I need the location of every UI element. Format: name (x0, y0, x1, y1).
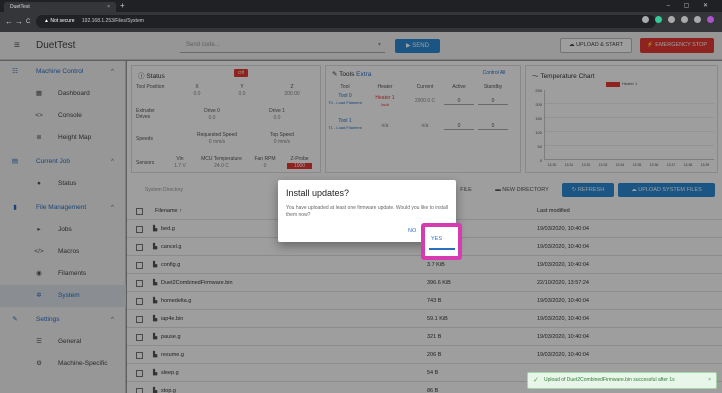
extension-icon[interactable] (694, 16, 701, 23)
check-icon: ✓ (533, 377, 539, 384)
tab-title: DuetTest (10, 4, 30, 10)
browser-tab[interactable]: DuetTest × (4, 2, 116, 12)
new-tab-button[interactable]: + (120, 0, 125, 12)
profile-avatar[interactable] (707, 16, 714, 23)
back-icon[interactable]: ← (5, 16, 13, 28)
extension-icon[interactable] (655, 16, 662, 23)
close-icon[interactable]: × (708, 373, 711, 388)
reload-icon[interactable]: C (26, 16, 30, 28)
window-controls[interactable]: – ▢ ✕ (667, 0, 714, 12)
url-text: 192.168.1.253/Files/System (81, 18, 144, 24)
no-button[interactable]: NO (408, 228, 416, 234)
toast-text: Upload of Duet2CombinedFirmware.bin succ… (544, 377, 675, 383)
not-secure-badge[interactable]: ▲ Not secure (44, 18, 75, 24)
dialog-title: Install updates? (286, 188, 350, 198)
extension-icon[interactable] (681, 16, 688, 23)
upload-success-toast: ✓ Upload of Duet2CombinedFirmware.bin su… (527, 372, 717, 389)
yes-button[interactable]: YES (431, 236, 442, 242)
extension-icon[interactable] (642, 16, 649, 23)
address-bar[interactable]: ▲ Not secure 192.168.1.253/Files/System (36, 15, 656, 28)
dialog-text: You have uploaded at least one firmware … (286, 205, 449, 218)
forward-icon[interactable]: → (15, 16, 23, 28)
extension-icons (642, 16, 714, 23)
extension-icon[interactable] (668, 16, 675, 23)
tab-close-icon[interactable]: × (107, 2, 110, 12)
yes-button-focus-line (429, 248, 455, 250)
